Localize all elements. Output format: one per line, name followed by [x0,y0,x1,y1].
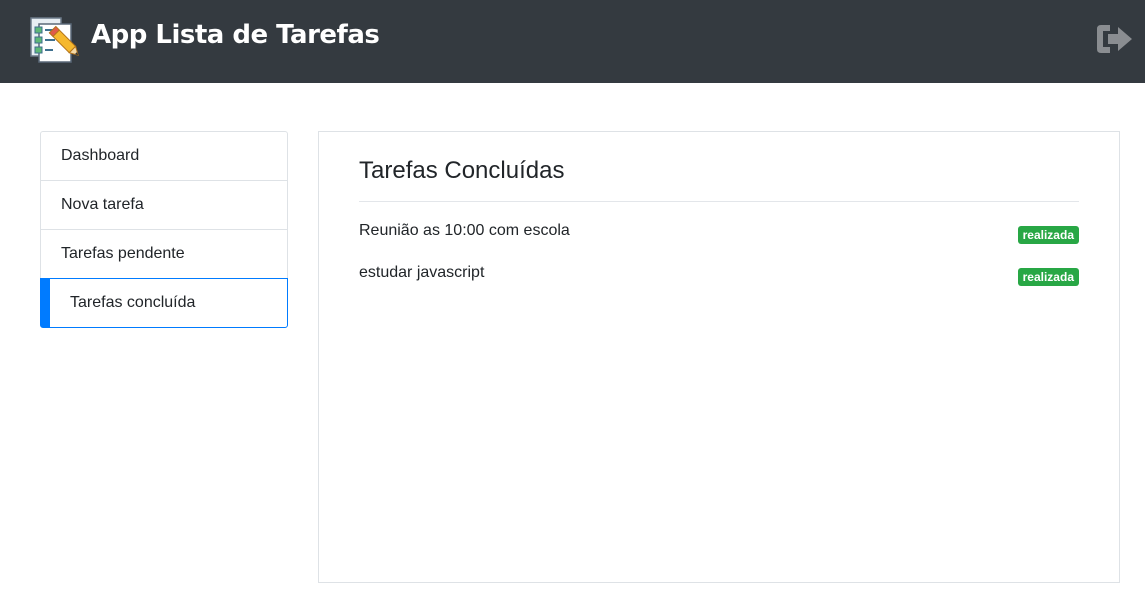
app-title[interactable]: App Lista de Tarefas [91,18,380,52]
sign-out-icon[interactable] [1094,22,1136,56]
task-row: estudar javascript realizada [359,262,1079,286]
sidebar-item-label: Nova tarefa [61,196,144,213]
task-text: estudar javascript [359,264,485,281]
sidebar-menu: Dashboard Nova tarefa Tarefas pendente T… [40,131,288,328]
page-title: Tarefas Concluídas [359,157,565,184]
title-divider [359,201,1079,202]
sidebar-item-tarefas-pendente[interactable]: Tarefas pendente [40,230,288,279]
sidebar-item-label: Tarefas concluída [70,294,196,311]
brand-logo-link[interactable] [29,16,81,64]
main-panel: Tarefas Concluídas Reunião as 10:00 com … [318,131,1120,583]
status-badge: realizada [1017,226,1079,244]
status-badge: realizada [1017,268,1079,286]
sidebar-item-label: Dashboard [61,147,140,164]
sidebar-item-dashboard[interactable]: Dashboard [40,131,288,181]
task-text: Reunião as 10:00 com escola [359,222,570,239]
sidebar-item-nova-tarefa[interactable]: Nova tarefa [40,181,288,230]
sidebar-item-label: Tarefas pendente [61,245,185,262]
task-row: Reunião as 10:00 com escola realizada [359,220,1079,244]
task-list-pencil-icon [30,17,79,63]
sidebar-item-tarefas-concluida[interactable]: Tarefas concluída [40,278,288,328]
top-navbar: App Lista de Tarefas [0,0,1145,83]
